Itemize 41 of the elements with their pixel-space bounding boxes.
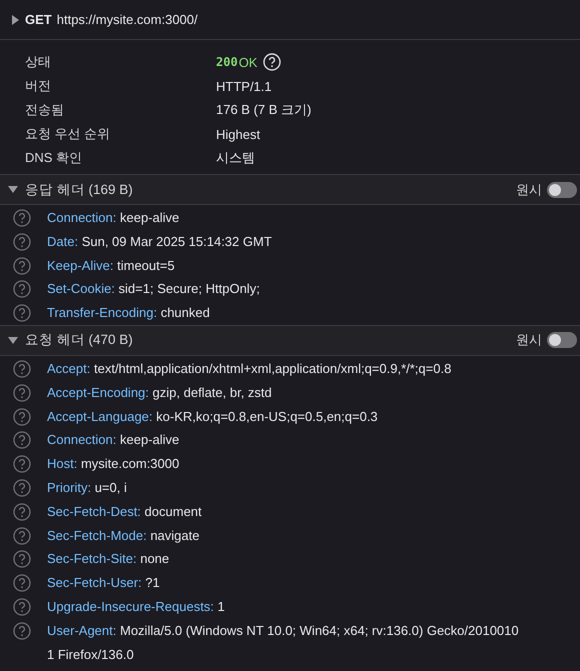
header-line: Sec-Fetch-Site: none xyxy=(47,550,170,568)
header-line: Connection: keep-alive xyxy=(47,431,180,450)
header-line: Set-Cookie: sid=1; Secure; HttpOnly; xyxy=(47,280,261,298)
header-line: Connection: keep-alive xyxy=(47,209,180,227)
header-line: Sec-Fetch-Dest: document xyxy=(47,502,203,521)
header-line: Date: Sun, 09 Mar 2025 15:14:32 GMT xyxy=(47,232,273,251)
section-title: 요청 헤더 (470 B) xyxy=(25,331,134,350)
summary-value: 176 B (7 B 크기) xyxy=(216,101,312,119)
header-line: Sec-Fetch-Mode: navigate xyxy=(47,526,200,545)
request-method: GET xyxy=(25,12,52,27)
summary-value: Highest xyxy=(216,126,260,142)
request-url: https://mysite.com:3000/ xyxy=(56,12,198,27)
status-text: OK xyxy=(238,54,258,70)
header-line: Keep-Alive: timeout=5 xyxy=(47,256,176,275)
expand-triangle-icon[interactable] xyxy=(12,14,19,24)
header-line: Accept-Language: ko-KR,ko;q=0.8,en-US;q=0.5,en;q=0.3 xyxy=(47,408,379,426)
collapse-triangle-icon[interactable] xyxy=(8,186,18,193)
section-title: 응답 헤더 (169 B) xyxy=(25,180,134,198)
summary-label: 전송됨 xyxy=(24,101,65,119)
summary-value: HTTP/1.1 xyxy=(216,78,272,94)
raw-toggle[interactable] xyxy=(547,332,577,348)
header-line: Host: mysite.com:3000 xyxy=(47,455,180,474)
summary-label: 상태 xyxy=(24,53,52,71)
header-line: Priority: u=0, i xyxy=(47,478,128,497)
header-line: Sec-Fetch-User: ?1 xyxy=(47,574,161,592)
status-code: 200 xyxy=(216,55,238,69)
summary-label: DNS 확인 xyxy=(24,149,84,167)
header-line: User-Agent: Mozilla/5.0 (Windows NT 10.0; Win64; x64; rv:136.0) Gecko/20100101 Firefox/136.0 xyxy=(47,622,520,664)
header-line: Accept-Encoding: gzip, deflate, br, zstd xyxy=(47,384,273,402)
raw-label: 원시 xyxy=(516,180,542,198)
summary-value: 시스템 xyxy=(216,149,255,167)
header-line: Upgrade-Insecure-Requests: 1 xyxy=(47,598,226,616)
summary-label: 요청 우선 순위 xyxy=(24,125,112,143)
collapse-triangle-icon[interactable] xyxy=(8,336,18,344)
section-header[interactable]: 응답 헤더 (169 B) 원시 xyxy=(0,174,580,205)
header-line: Accept: text/html,application/xhtml+xml,application/xml;q=0.9,*/*;q=0.8 xyxy=(47,360,452,378)
header-line: Transfer-Encoding: chunked xyxy=(47,304,211,322)
section-header[interactable]: 요청 헤더 (470 B) 원시 xyxy=(0,324,580,356)
summary-label: 버전 xyxy=(24,77,52,95)
raw-label: 원시 xyxy=(516,331,542,350)
raw-toggle[interactable] xyxy=(547,182,577,198)
